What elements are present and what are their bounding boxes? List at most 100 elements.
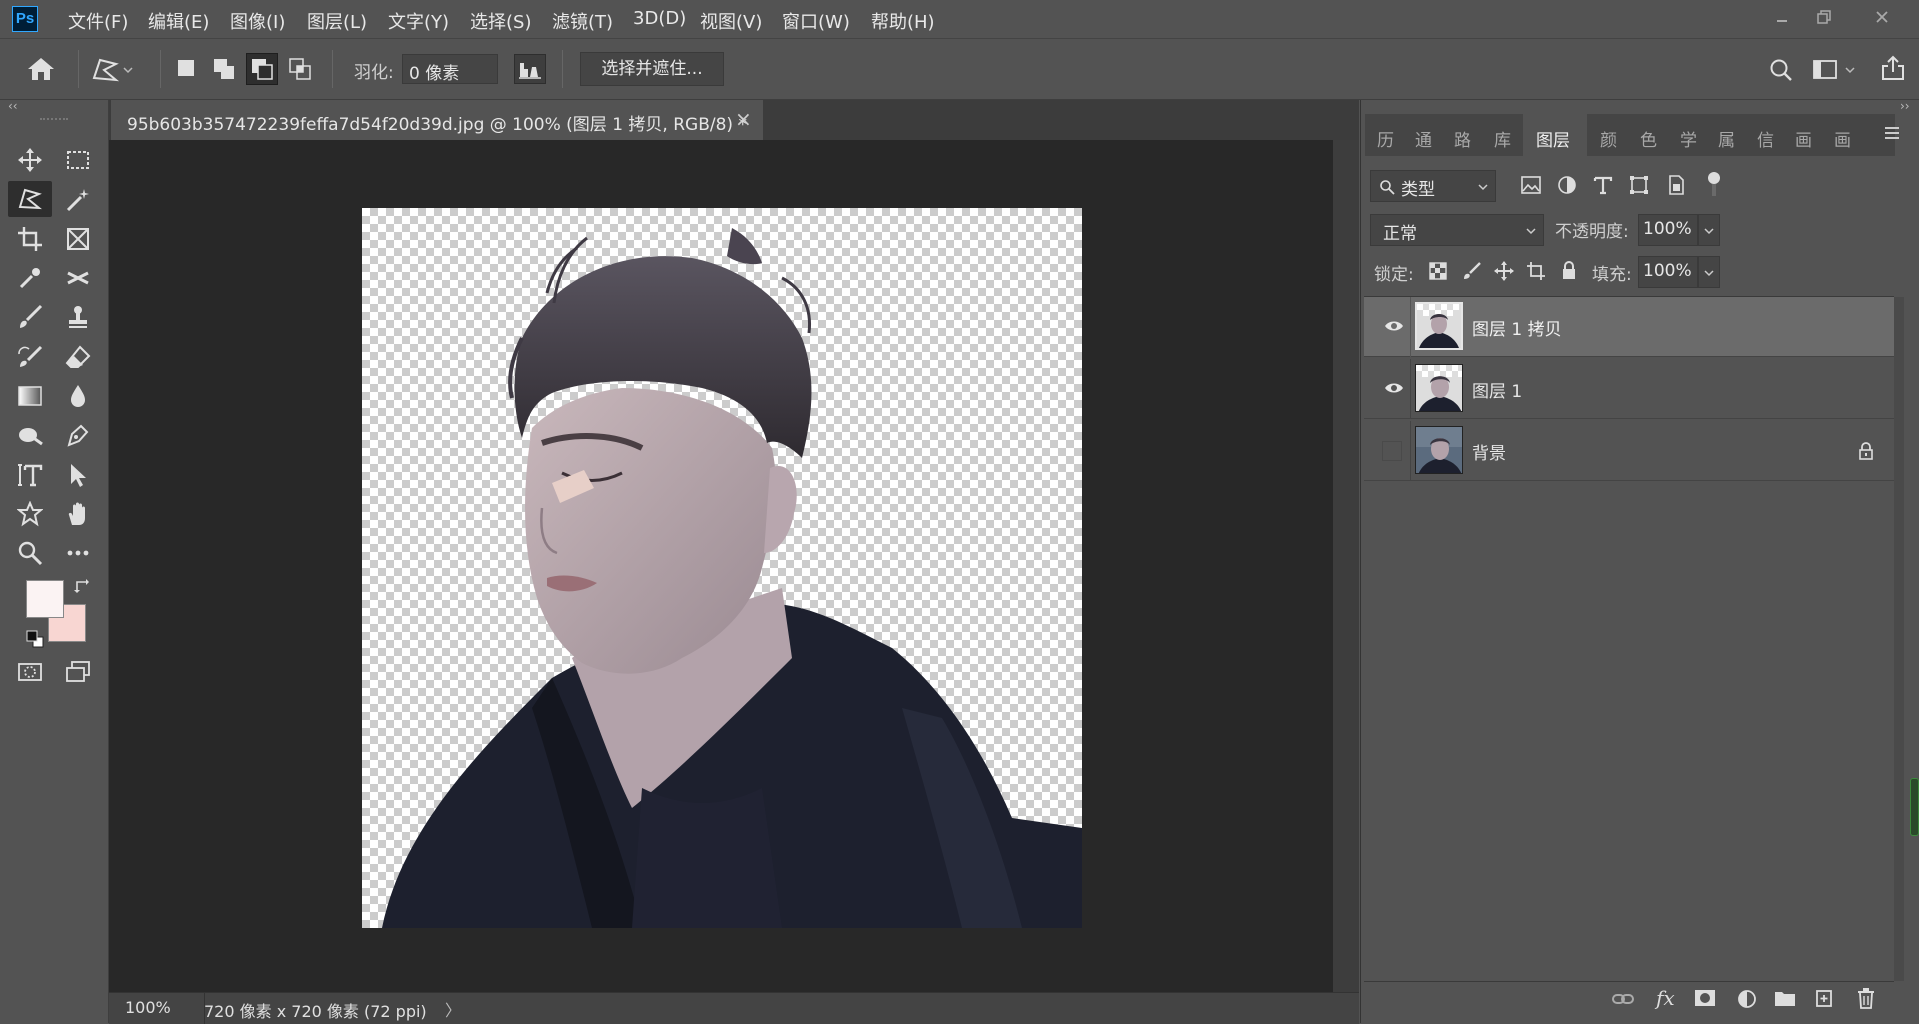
- feather-input[interactable]: 0 像素: [402, 54, 498, 84]
- new-selection-icon[interactable]: [176, 58, 196, 83]
- tab-layers[interactable]: 图层: [1523, 114, 1587, 156]
- filter-shape-layer-icon[interactable]: [1628, 174, 1650, 201]
- visibility-eye-icon[interactable]: [1384, 380, 1404, 401]
- panel-resize-handle[interactable]: [1910, 778, 1919, 836]
- lasso-preset-icon[interactable]: [90, 54, 136, 91]
- lock-all-icon[interactable]: [1560, 260, 1578, 285]
- lock-transparent-pixels-icon[interactable]: [1428, 261, 1448, 286]
- menu-image[interactable]: 图像(I): [230, 8, 285, 34]
- opacity-input[interactable]: 100%: [1638, 214, 1698, 246]
- menu-view[interactable]: 视图(V): [700, 8, 762, 34]
- layer-name[interactable]: 背景: [1472, 439, 1506, 464]
- blur-tool-icon[interactable]: [60, 379, 96, 413]
- zoom-tool-icon[interactable]: [12, 536, 48, 570]
- tab-swatches[interactable]: 色: [1640, 126, 1657, 151]
- filter-pixel-layer-icon[interactable]: [1520, 174, 1542, 201]
- menu-edit[interactable]: 编辑(E): [148, 8, 209, 34]
- layer-row-layer1[interactable]: 图层 1: [1364, 359, 1894, 419]
- eyedropper-tool-icon[interactable]: [12, 261, 48, 295]
- crop-tool-icon[interactable]: [12, 222, 48, 256]
- share-icon[interactable]: [1880, 54, 1906, 87]
- gradient-tool-icon[interactable]: [12, 379, 48, 413]
- menu-layer[interactable]: 图层(L): [307, 8, 367, 34]
- blend-mode-dropdown[interactable]: 正常: [1370, 214, 1544, 246]
- magic-wand-tool-icon[interactable]: [60, 183, 96, 217]
- search-icon[interactable]: [1768, 57, 1794, 88]
- foreground-color-swatch[interactable]: [26, 580, 64, 618]
- path-selection-tool-icon[interactable]: [60, 458, 96, 492]
- type-tool-icon[interactable]: [12, 458, 48, 492]
- layer-style-fx-icon[interactable]: fx: [1656, 986, 1675, 1010]
- healing-tool-icon[interactable]: [60, 261, 96, 295]
- layers-scrollbar[interactable]: [1894, 297, 1904, 981]
- filter-smart-object-icon[interactable]: [1665, 174, 1687, 201]
- minimize-icon[interactable]: [1762, 4, 1802, 32]
- status-menu-arrow[interactable]: 〉: [445, 997, 461, 1021]
- layer-name[interactable]: 图层 1: [1472, 377, 1522, 402]
- fill-input[interactable]: 100%: [1638, 256, 1698, 288]
- tab-learn[interactable]: 学: [1680, 126, 1697, 151]
- intersect-selection-icon[interactable]: [288, 57, 312, 86]
- panel-menu-icon[interactable]: [1883, 124, 1901, 147]
- filter-type-layer-icon[interactable]: [1592, 174, 1614, 201]
- hand-tool-icon[interactable]: [60, 497, 96, 531]
- delete-layer-icon[interactable]: [1856, 987, 1876, 1014]
- layer-filter-dropdown[interactable]: 类型: [1370, 170, 1496, 202]
- select-and-mask-button[interactable]: 选择并遮住...: [580, 52, 724, 86]
- tab-libraries[interactable]: 库: [1494, 126, 1511, 151]
- menu-filter[interactable]: 滤镜(T): [552, 8, 613, 34]
- menu-type[interactable]: 文字(Y): [388, 8, 449, 34]
- home-icon[interactable]: [26, 56, 56, 87]
- lock-position-icon[interactable]: [1494, 261, 1514, 286]
- swap-colors-icon[interactable]: [74, 578, 90, 599]
- app-logo[interactable]: Ps: [12, 6, 38, 32]
- layer-name[interactable]: 图层 1 拷贝: [1472, 315, 1562, 340]
- collapse-toolbar-icon[interactable]: ‹‹: [8, 99, 18, 113]
- tab-brushes[interactable]: 画: [1795, 126, 1812, 151]
- visibility-eye-icon[interactable]: [1384, 318, 1404, 339]
- tab-paths[interactable]: 路: [1454, 126, 1471, 151]
- default-colors-icon[interactable]: [26, 630, 44, 653]
- tab-color[interactable]: 颜: [1600, 126, 1617, 151]
- lock-artboard-icon[interactable]: [1526, 261, 1546, 286]
- screen-mode-icon[interactable]: [60, 655, 96, 689]
- eraser-tool-icon[interactable]: [60, 340, 96, 374]
- new-group-icon[interactable]: [1774, 989, 1796, 1012]
- marquee-tool-icon[interactable]: [60, 143, 96, 177]
- tab-info[interactable]: 信: [1757, 126, 1774, 151]
- quick-mask-icon[interactable]: [12, 655, 48, 689]
- menu-file[interactable]: 文件(F): [68, 8, 128, 34]
- visibility-toggle-off[interactable]: [1382, 441, 1402, 461]
- menu-select[interactable]: 选择(S): [470, 8, 531, 34]
- tab-channels[interactable]: 通: [1415, 126, 1432, 151]
- opacity-slider-toggle[interactable]: [1698, 214, 1720, 246]
- add-mask-icon[interactable]: [1694, 989, 1716, 1012]
- custom-shape-tool-icon[interactable]: [12, 497, 48, 531]
- document-canvas[interactable]: [362, 208, 1082, 928]
- pen-tool-icon[interactable]: [60, 418, 96, 452]
- layer-row-layer1-copy[interactable]: 图层 1 拷贝: [1364, 297, 1894, 357]
- menu-3d[interactable]: 3D(D): [633, 8, 686, 29]
- toolbar-grip[interactable]: [40, 118, 68, 124]
- layer-lock-icon[interactable]: [1858, 442, 1874, 465]
- close-window-icon[interactable]: [1862, 4, 1902, 32]
- collapse-panel-icon[interactable]: ››: [1900, 99, 1910, 113]
- history-brush-tool-icon[interactable]: [12, 340, 48, 374]
- filter-adjustment-layer-icon[interactable]: [1556, 174, 1578, 201]
- brush-tool-icon[interactable]: [12, 300, 48, 334]
- subtract-selection-button[interactable]: [246, 53, 278, 85]
- menu-window[interactable]: 窗口(W): [782, 8, 850, 34]
- lock-image-pixels-icon[interactable]: [1462, 261, 1482, 286]
- close-tab-icon[interactable]: ×: [735, 107, 752, 131]
- document-tab[interactable]: 95b603b357472239feffa7d54f20d39d.jpg @ 1…: [111, 100, 763, 140]
- add-selection-icon[interactable]: [212, 57, 236, 86]
- dodge-tool-icon[interactable]: [12, 418, 48, 452]
- more-tools-icon[interactable]: [60, 536, 96, 570]
- canvas-vertical-scrollbar[interactable]: [1333, 140, 1359, 992]
- fill-slider-toggle[interactable]: [1698, 256, 1720, 288]
- workspace-icon[interactable]: [1812, 58, 1862, 87]
- filter-toggle-icon[interactable]: [1706, 170, 1722, 205]
- move-tool-icon[interactable]: [12, 143, 48, 177]
- tab-history[interactable]: 历: [1377, 126, 1394, 151]
- frame-tool-icon[interactable]: [60, 222, 96, 256]
